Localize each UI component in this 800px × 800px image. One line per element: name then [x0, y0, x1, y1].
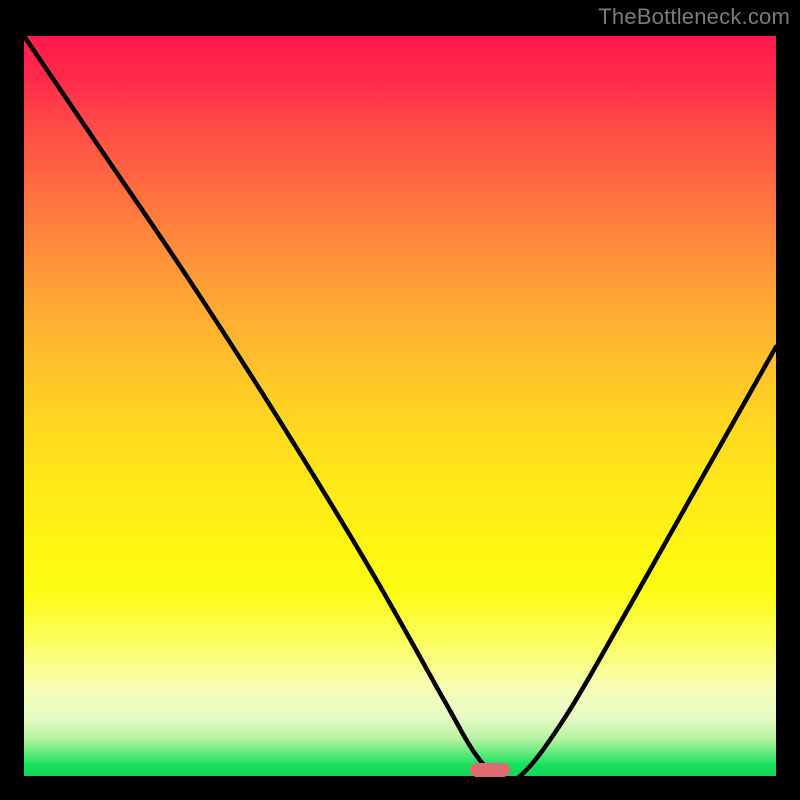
chart-frame: TheBottleneck.com — [0, 0, 800, 800]
attribution-label: TheBottleneck.com — [598, 4, 790, 30]
optimal-marker — [470, 763, 510, 777]
plot-area — [24, 36, 776, 776]
bottleneck-curve — [24, 36, 776, 776]
